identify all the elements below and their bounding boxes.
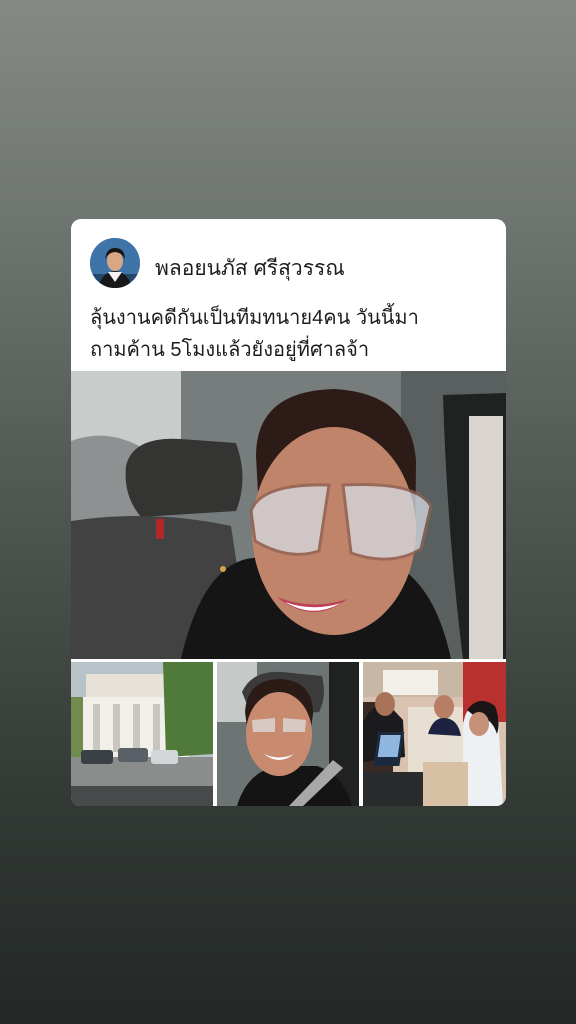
thumbnail-photo[interactable] [71, 662, 213, 806]
main-photo[interactable] [71, 371, 506, 659]
post-text-line: ถามค้าน 5โมงแล้วยังอยู่ที่ศาลจ้า [90, 339, 370, 361]
thumbnail-photo[interactable] [217, 662, 359, 806]
author-name[interactable]: พลอยนภัส ศรีสุวรรณ [155, 252, 345, 285]
post-text-line: ลุ้นงานคดีกันเป็นทีมทนาย4คน วันนี้มา [90, 307, 419, 329]
post-text: ลุ้นงานคดีกันเป็นทีมทนาย4คน วันนี้มา ถาม… [90, 302, 495, 366]
post-card: พลอยนภัส ศรีสุวรรณ ลุ้นงานคดีกันเป็นทีมท… [71, 219, 506, 806]
author-avatar[interactable] [90, 238, 140, 288]
post-header: พลอยนภัส ศรีสุวรรณ ลุ้นงานคดีกันเป็นทีมท… [71, 219, 506, 371]
thumbnail-photo[interactable] [363, 662, 506, 806]
